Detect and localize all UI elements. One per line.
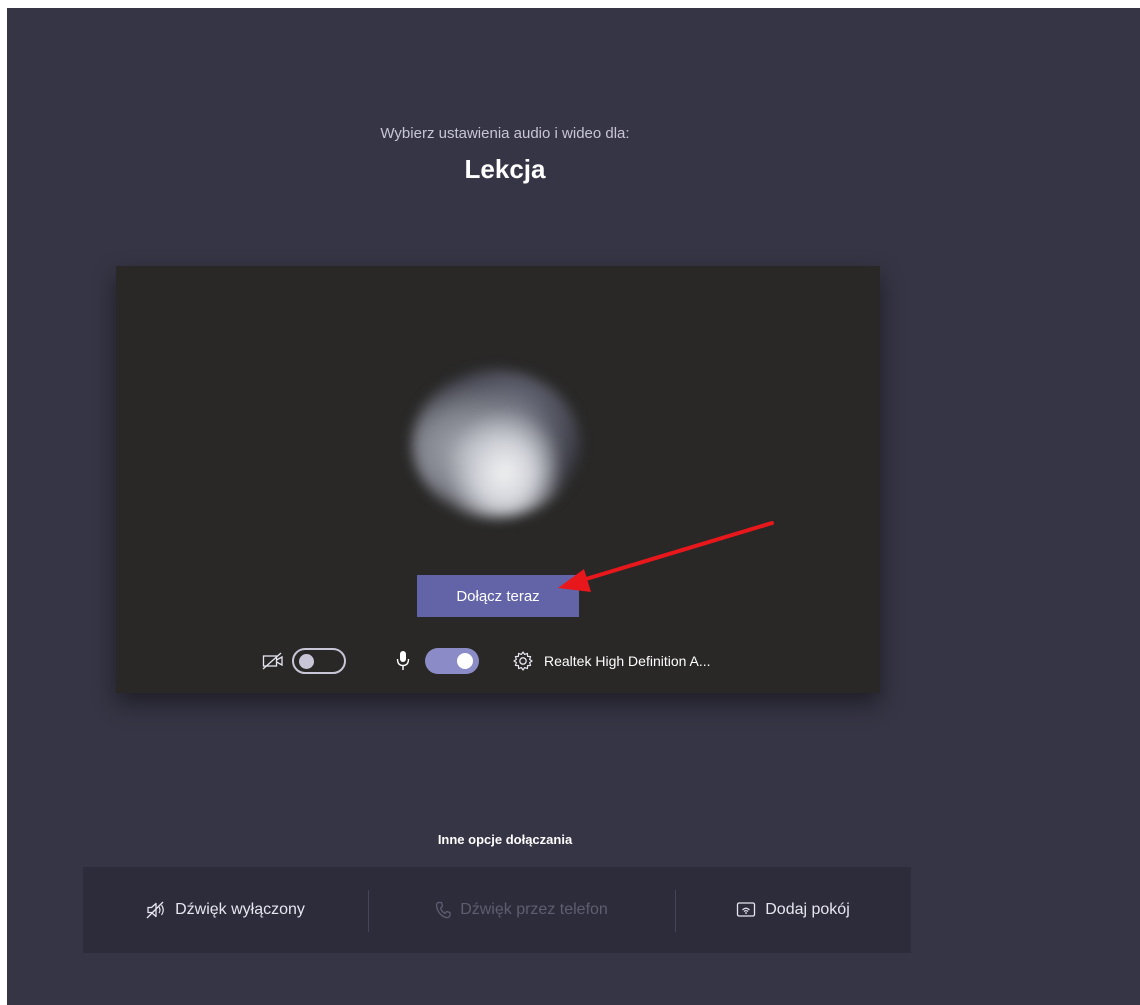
phone-icon <box>435 901 451 919</box>
camera-toggle[interactable] <box>292 648 346 674</box>
camera-off-icon[interactable] <box>262 651 284 676</box>
other-join-options-bar: Dźwięk wyłączony Dźwięk przez telefon Do… <box>83 867 911 953</box>
audio-device-label[interactable]: Realtek High Definition A... <box>544 653 711 669</box>
camera-preview-image <box>412 370 580 518</box>
audio-off-option[interactable]: Dźwięk wyłączony <box>83 867 368 953</box>
microphone-icon[interactable] <box>396 650 410 677</box>
other-join-options-title: Inne opcje dołączania <box>437 832 573 847</box>
phone-audio-label: Dźwięk przez telefon <box>460 901 608 918</box>
subtitle: Wybierz ustawienia audio i wideo dla: <box>380 125 630 142</box>
add-room-option[interactable]: Dodaj pokój <box>675 867 911 953</box>
microphone-toggle-knob <box>457 653 473 669</box>
microphone-toggle[interactable] <box>425 648 479 674</box>
phone-audio-option[interactable]: Dźwięk przez telefon <box>368 867 675 953</box>
device-controls: Realtek High Definition A... <box>116 644 880 678</box>
meeting-title: Lekcja <box>464 154 546 184</box>
room-cast-icon <box>736 901 756 919</box>
prejoin-screen: Wybierz ustawienia audio i wideo dla: Le… <box>7 8 1140 1005</box>
video-preview: Dołącz teraz Realtek High Definition A..… <box>116 266 880 693</box>
add-room-label: Dodaj pokój <box>765 901 850 918</box>
audio-off-label: Dźwięk wyłączony <box>175 901 305 918</box>
speaker-off-icon <box>146 901 166 919</box>
gear-icon[interactable] <box>512 650 534 677</box>
camera-toggle-knob <box>299 654 314 669</box>
join-now-button[interactable]: Dołącz teraz <box>417 575 579 617</box>
